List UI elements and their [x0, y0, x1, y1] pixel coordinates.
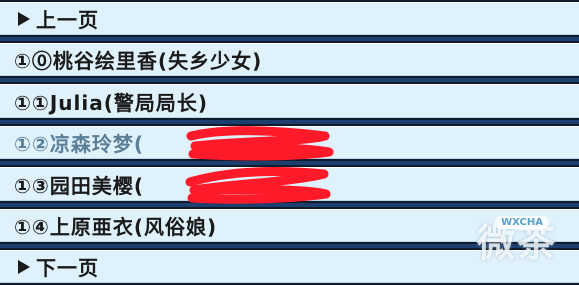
menu-item-label: ①⓪桃谷绘里香(失乡少女)	[14, 49, 263, 73]
menu-item[interactable]: ①④上原亜衣(风俗娘)	[0, 207, 579, 244]
choice-menu: 上一页 ①⓪桃谷绘里香(失乡少女) ①①Julia(警局局长) ①②凉森玲梦( …	[0, 0, 579, 285]
next-page-label: 下一页	[36, 256, 99, 280]
menu-item-label: ①①Julia(警局局长)	[14, 90, 209, 115]
prev-page-button[interactable]: 上一页	[0, 0, 579, 37]
menu-item-label: ①②凉森玲梦(	[14, 132, 145, 156]
play-triangle-icon	[18, 11, 30, 26]
menu-item-label: ①④上原亜衣(风俗娘)	[14, 215, 218, 239]
menu-item[interactable]: ①⓪桃谷绘里香(失乡少女)	[0, 41, 579, 78]
prev-page-label: 上一页	[36, 8, 99, 32]
play-triangle-icon	[18, 259, 30, 274]
menu-item-label: ①③园田美樱(	[14, 173, 145, 198]
menu-item[interactable]: ①①Julia(警局局长)	[0, 82, 579, 120]
menu-item[interactable]: ①③园田美樱(	[0, 165, 579, 203]
menu-item[interactable]: ①②凉森玲梦(	[0, 124, 579, 161]
next-page-button[interactable]: 下一页	[0, 248, 579, 285]
